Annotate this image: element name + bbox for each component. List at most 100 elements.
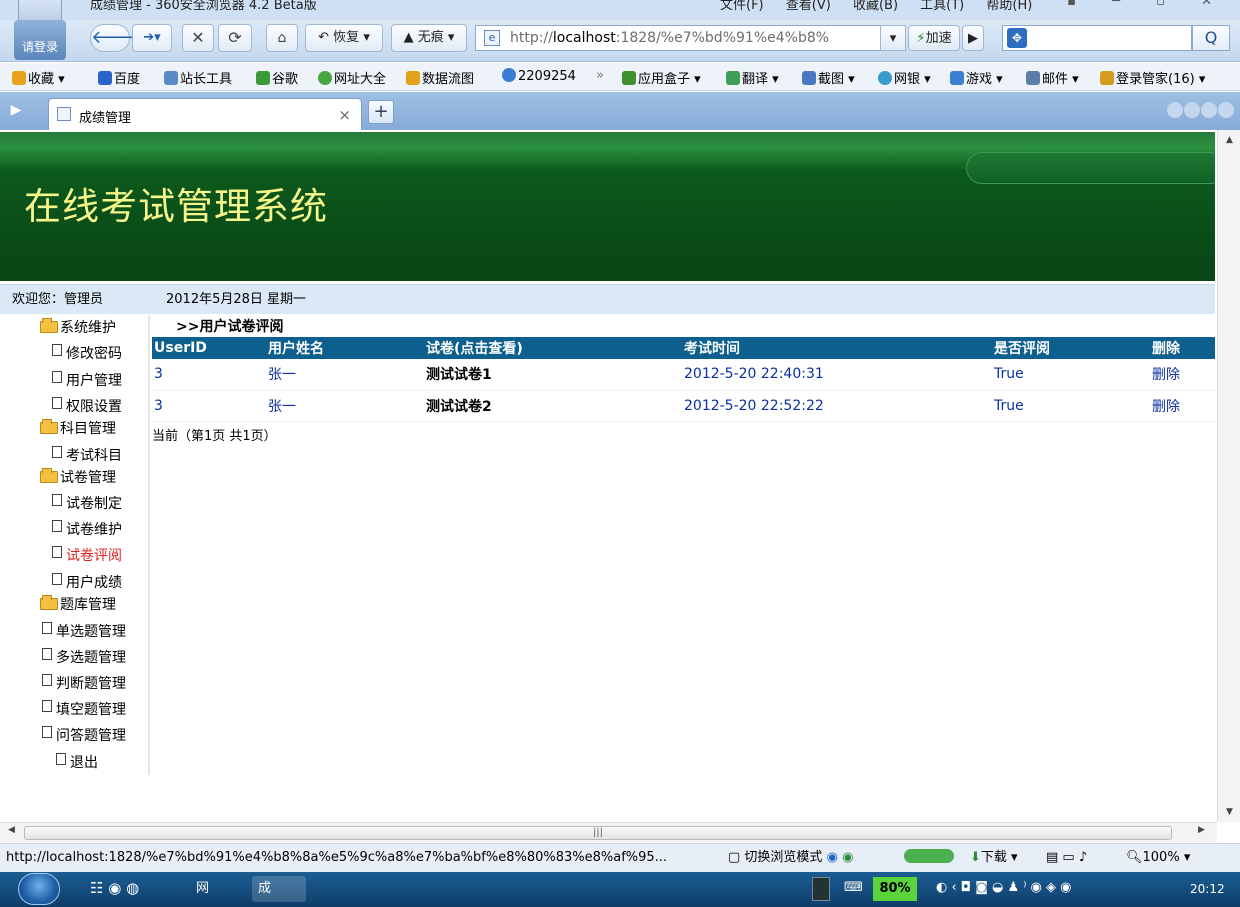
menu-file[interactable]: 文件(F) [720,0,764,13]
tab-list-icon[interactable] [1201,102,1217,118]
new-tab-button[interactable]: + [368,100,394,124]
address-dropdown-button[interactable]: ▾ [880,25,906,51]
nav-group-question-bank[interactable]: 题库管理 [40,594,116,614]
folder-icon [40,468,58,483]
fav-overflow[interactable]: » [596,68,604,83]
scroll-left-icon[interactable]: ◀ [8,825,15,835]
tray-expand-icon[interactable] [812,877,830,901]
delete-link[interactable]: 删除 [1150,359,1215,391]
menu-help[interactable]: 帮助(H) [986,0,1032,13]
menu-favorites[interactable]: 收藏(B) [853,0,898,13]
keyboard-icon[interactable]: ⌨ [844,880,863,895]
fav-screenshot[interactable]: 截图 ▾ [802,68,855,87]
nav-item-change-password[interactable]: 修改密码 [52,343,122,363]
status-tools[interactable]: ▤ ▭ ♪ [1046,844,1087,872]
nav-group-system[interactable]: 系统维护 [40,317,116,337]
nav-label: 试卷维护 [66,522,122,538]
nav-item-exam-subjects[interactable]: 考试科目 [52,445,122,465]
fav-translate[interactable]: 翻译 ▾ [726,68,779,87]
fav-webmaster-tools[interactable]: 站长工具 [164,68,232,87]
taskbar-item-browser[interactable]: 成 [252,876,306,902]
paper-link[interactable]: 测试试卷2 [424,390,682,422]
accelerate-button[interactable]: ⚡加速 [908,25,960,51]
nav-item-permissions[interactable]: 权限设置 [52,396,122,416]
user-avatar[interactable] [18,0,62,20]
nav-item-single-choice[interactable]: 单选题管理 [42,621,126,641]
address-prefix: http:// [510,30,553,46]
tab-next-icon[interactable] [1184,102,1200,118]
search-engine-box[interactable]: ✥ [1002,25,1192,51]
start-button[interactable] [18,873,60,905]
refresh-button[interactable]: ⟳ [218,24,252,52]
nav-item-user-management[interactable]: 用户管理 [52,370,122,390]
table-row: 3 张一 测试试卷1 2012-5-20 22:40:31 True 删除 [152,359,1215,391]
search-button[interactable]: Q [1192,25,1230,51]
nav-item-fill-blank[interactable]: 填空题管理 [42,699,126,719]
nav-item-create-paper[interactable]: 试卷制定 [52,493,122,513]
tab-close-icon[interactable]: × [338,106,351,124]
menu-tools[interactable]: 工具(T) [920,0,964,13]
horizontal-scrollbar[interactable]: ◀ ||| ▶ [0,822,1217,842]
tray-icons[interactable]: ◐ ‹ ◘ ◙ ◒ ♟ ⁾ ◉ ◈ ◉ [936,880,1072,895]
menu-view[interactable]: 查看(V) [786,0,831,13]
nav-item-review-paper[interactable]: 试卷评阅 [52,545,122,565]
document-icon [42,674,52,686]
forward-button[interactable]: ➔▾ [132,24,172,52]
window-controls[interactable]: ▪ ─ ▫ ✕ [1067,0,1228,9]
nav-group-papers[interactable]: 试卷管理 [40,467,116,487]
baidu-icon [98,71,112,85]
nav-item-multiple-choice[interactable]: 多选题管理 [42,647,126,667]
fav-mail[interactable]: 邮件 ▾ [1026,68,1079,87]
nav-item-essay[interactable]: 问答题管理 [42,725,126,745]
delete-link[interactable]: 删除 [1150,390,1215,422]
tab-prev-icon[interactable] [1167,102,1183,118]
vertical-scrollbar[interactable]: ▲ ▼ [1217,130,1240,822]
fav-app-box[interactable]: 应用盒子 ▾ [622,68,701,87]
scroll-thumb[interactable]: ||| [24,826,1172,840]
scroll-right-icon[interactable]: ▶ [1198,825,1205,835]
fav-data-flow[interactable]: 数据流图 [406,68,474,87]
incognito-button[interactable]: ▲ 无痕 ▾ [391,24,467,52]
paper-link[interactable]: 测试试卷1 [424,359,682,391]
fav-url-directory[interactable]: 网址大全 [318,68,386,87]
fav-login-manager[interactable]: 登录管家(16) ▾ [1100,68,1205,87]
nav-item-logout[interactable]: 退出 [56,752,98,772]
scroll-up-icon[interactable]: ▲ [1218,130,1240,150]
restore-button[interactable]: ↶ 恢复 ▾ [305,24,383,52]
back-button[interactable]: 🡐 [90,24,139,52]
nav-item-true-false[interactable]: 判断题管理 [42,673,126,693]
document-icon [52,573,62,585]
login-label: 请登录 [21,40,58,54]
tab-close-all-icon[interactable] [1218,102,1234,118]
tab-controls[interactable] [1166,102,1234,122]
fav-google[interactable]: 谷歌 [256,68,298,87]
tab-score-management[interactable]: 成绩管理 × [48,98,362,130]
battery-indicator[interactable]: 80% [873,877,917,901]
go-button[interactable]: ▶ [962,25,984,51]
taskbar-item-network[interactable]: 网 [190,876,244,902]
toggle-icon[interactable] [904,844,954,872]
fav-favorites[interactable]: 收藏 ▾ [12,68,65,87]
fav-online-bank[interactable]: 网银 ▾ [878,68,931,87]
col-header-delete: 删除 [1150,337,1215,359]
switch-mode-button[interactable]: ▢ 切换浏览模式 ◉ ◉ [728,844,853,872]
clock[interactable]: 20:12 [1190,872,1225,907]
scroll-down-icon[interactable]: ▼ [1218,802,1240,822]
nav-group-subjects[interactable]: 科目管理 [40,418,116,438]
fav-games[interactable]: 游戏 ▾ [950,68,1003,87]
fav-2209254[interactable]: 2209254 [502,68,576,84]
download-button[interactable]: ⬇下载 ▾ [970,844,1018,872]
fav-baidu[interactable]: 百度 [98,68,140,87]
sidebar-toggle-icon[interactable]: ▶ [6,102,26,120]
nav-item-user-scores[interactable]: 用户成绩 [52,572,122,592]
address-bar[interactable]: e http://localhost:1828/%e7%bd%91%e4%b8% [475,25,905,51]
zoom-control[interactable]: 🔍︎100% ▾ [1126,844,1190,872]
quick-launch-icons[interactable]: ☷ ◉ ◍ [90,879,139,897]
globe-icon [318,71,332,85]
document-icon [52,344,62,356]
nav-item-maintain-paper[interactable]: 试卷维护 [52,519,122,539]
stop-button[interactable]: ✕ [182,24,214,52]
window-menu[interactable]: 文件(F) 查看(V) 收藏(B) 工具(T) 帮助(H) [720,0,1032,13]
home-button[interactable]: ⌂ [266,24,298,52]
login-button[interactable]: 请登录 [14,20,66,60]
